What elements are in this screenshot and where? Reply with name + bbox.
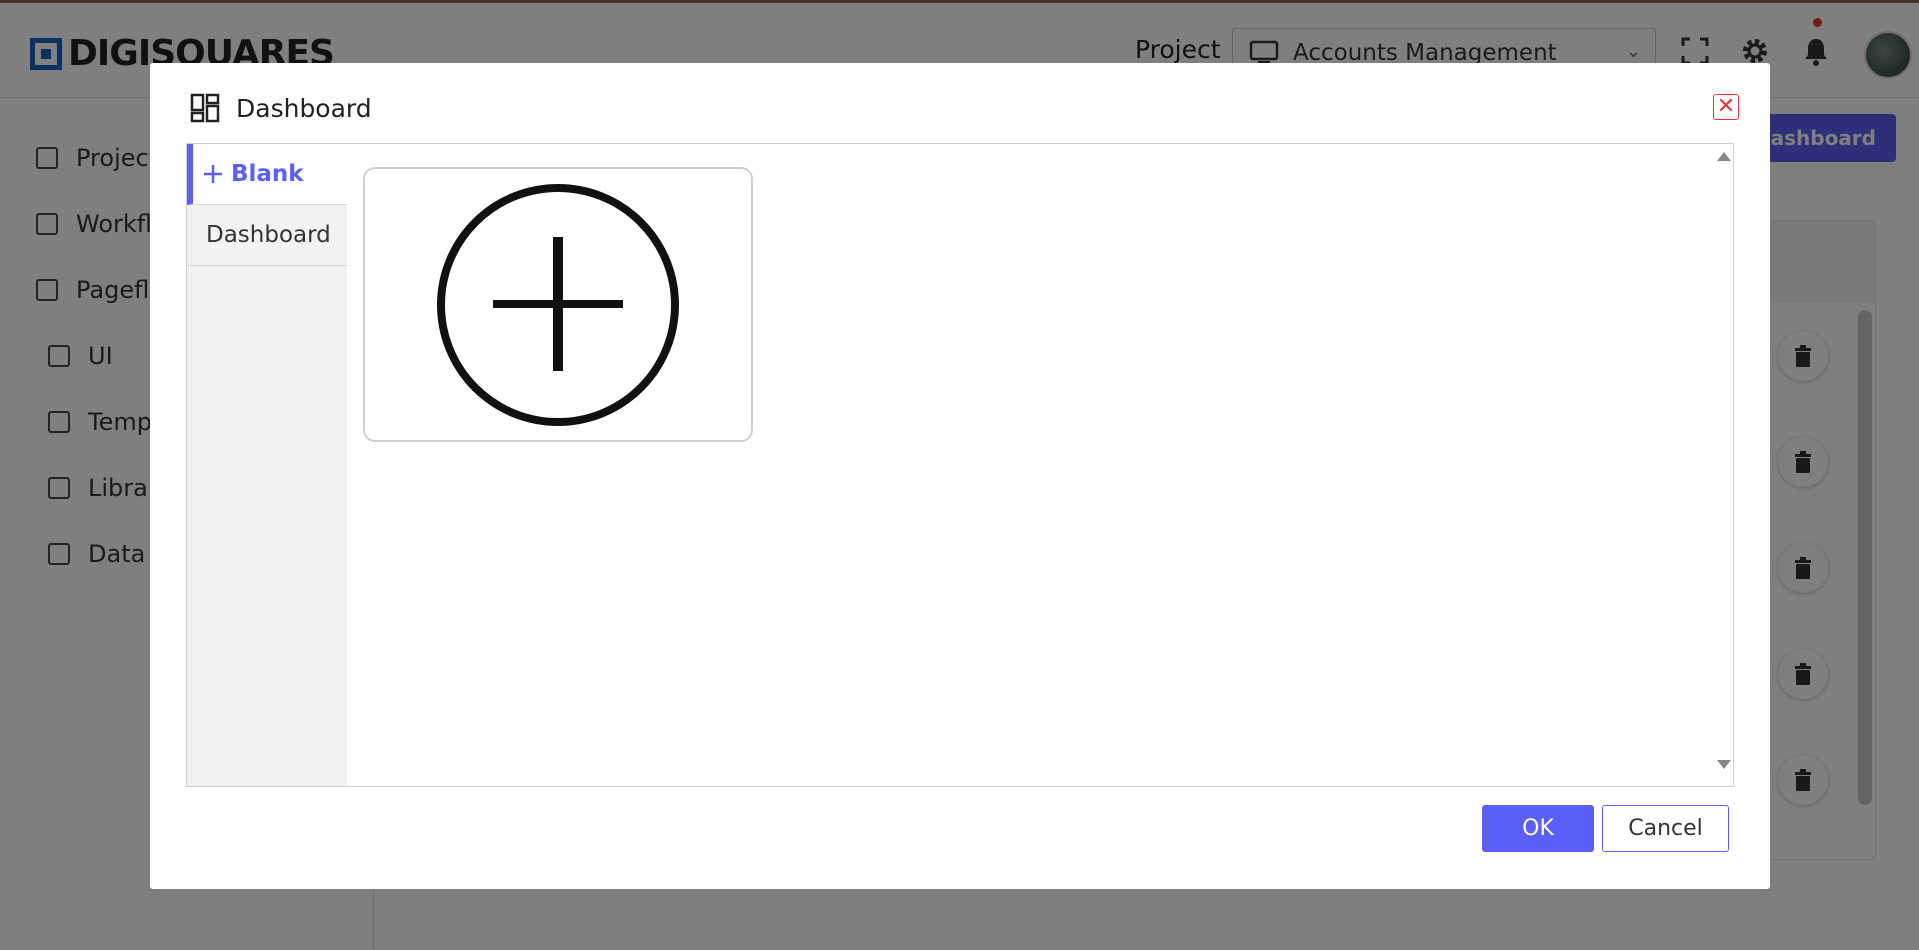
- template-scrollbar[interactable]: [1713, 144, 1733, 786]
- plus-icon: [204, 165, 222, 183]
- category-label: Blank: [231, 161, 304, 187]
- blank-template-tile[interactable]: [363, 167, 753, 442]
- dashboard-icon: [190, 93, 220, 123]
- scroll-down-icon[interactable]: [1717, 760, 1731, 769]
- scroll-up-icon[interactable]: [1717, 152, 1731, 161]
- close-icon: ✕: [1716, 94, 1736, 119]
- category-blank[interactable]: Blank: [187, 144, 347, 205]
- dashboard-template-modal: Dashboard ✕ Blank Dashboard OK Cancel: [150, 63, 1770, 889]
- category-label: Dashboard: [206, 222, 331, 248]
- ok-button[interactable]: OK: [1482, 805, 1594, 852]
- template-grid: [347, 144, 1713, 786]
- cancel-button[interactable]: Cancel: [1602, 805, 1729, 852]
- close-button[interactable]: ✕: [1713, 94, 1739, 120]
- category-dashboard[interactable]: Dashboard: [187, 205, 347, 266]
- modal-header: Dashboard: [190, 93, 372, 123]
- add-circle-icon: [437, 183, 679, 426]
- template-category-list: Blank Dashboard: [187, 144, 347, 786]
- modal-title: Dashboard: [236, 93, 372, 123]
- modal-body: Blank Dashboard: [186, 143, 1734, 787]
